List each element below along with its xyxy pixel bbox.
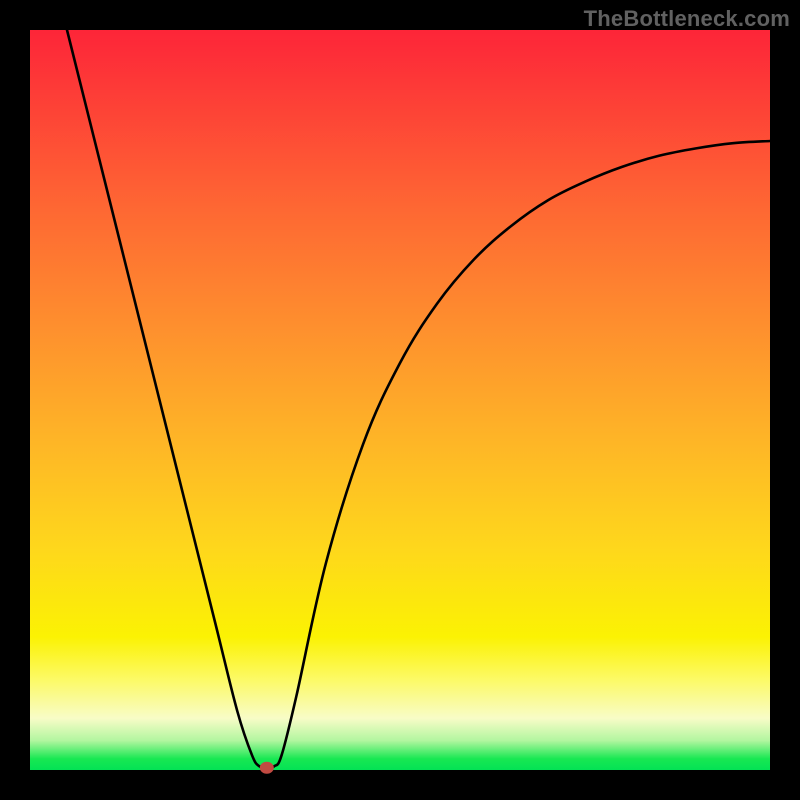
bottleneck-curve — [67, 30, 770, 768]
chart-frame: TheBottleneck.com — [0, 0, 800, 800]
plot-area — [30, 30, 770, 770]
optimal-point-marker — [260, 762, 274, 774]
curve-svg — [30, 30, 770, 770]
attribution-text: TheBottleneck.com — [584, 6, 790, 32]
